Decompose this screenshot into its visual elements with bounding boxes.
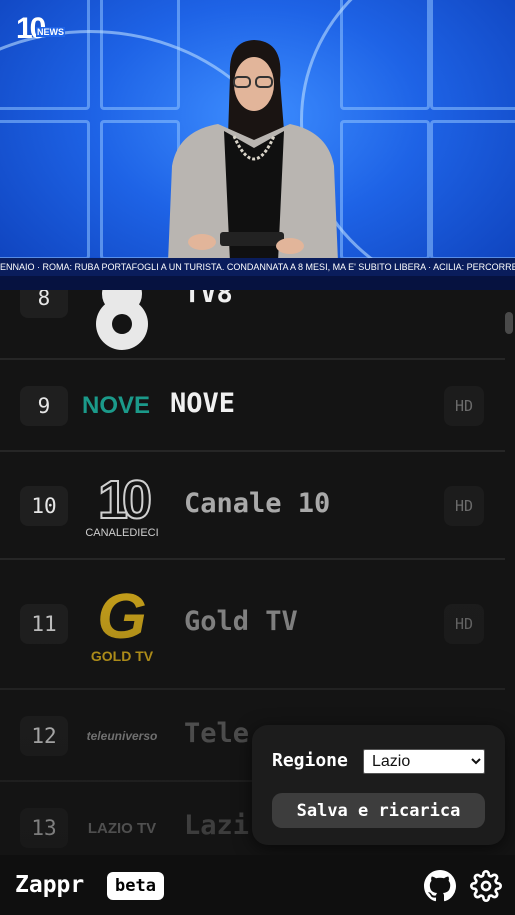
save-and-reload-button[interactable]: Salva e ricarica [272, 793, 485, 828]
github-button[interactable] [424, 870, 456, 902]
channel-name: Lazi [184, 810, 250, 841]
nove-logo: NOVE [81, 392, 150, 419]
news-ticker: ENNAIO · ROMA: RUBA PORTAFOGLI A UN TURI… [0, 258, 515, 276]
channel-number: 10 [20, 486, 68, 526]
gold-tv-logo: G GOLD TV [90, 580, 154, 664]
region-label: Regione [272, 750, 348, 771]
channel-watermark-logo: 10 NEWS [16, 12, 65, 45]
bottom-bar: Zappr beta [0, 855, 515, 915]
ticker-bar [0, 276, 515, 290]
hd-badge: HD [444, 604, 484, 644]
teleuniverso-logo: teleuniverso [86, 729, 158, 743]
hd-badge: HD [444, 486, 484, 526]
channel-name: Gold TV [184, 606, 298, 637]
channel-name: Canale 10 [184, 488, 331, 519]
tv8-logo [76, 290, 168, 350]
region-select[interactable]: Lazio [363, 749, 485, 774]
channel-name: Tele [184, 718, 250, 749]
channel-number: 8 [20, 290, 68, 318]
channel-row-tv8[interactable]: 8 TV8 [0, 290, 505, 360]
channel-row-canale-10[interactable]: 10 10 CANALEDIECI Canale 10 HD [0, 452, 505, 560]
channel-number: 13 [20, 808, 68, 848]
channel-name: TV8 [184, 290, 233, 309]
channel-number: 11 [20, 604, 68, 644]
github-icon [424, 870, 456, 902]
settings-popup: Regione Lazio Salva e ricarica [252, 725, 505, 845]
channel-row-gold-tv[interactable]: 11 G GOLD TV Gold TV HD [0, 560, 505, 690]
video-player[interactable]: 10 NEWS ENNAIO · ROMA: RUBA PORTAFOGLI A… [0, 0, 515, 290]
lazio-tv-logo: LAZIO TV [87, 819, 157, 837]
news-anchor-image [168, 40, 338, 262]
channel-number: 12 [20, 716, 68, 756]
channel-number: 9 [20, 386, 68, 426]
settings-button[interactable] [470, 870, 502, 902]
scrollbar-thumb[interactable] [505, 312, 513, 334]
channel-row-nove[interactable]: 9 NOVE NOVE HD [0, 360, 505, 452]
canale-10-logo: 10 CANALEDIECI [85, 470, 159, 539]
hd-badge: HD [444, 386, 484, 426]
channel-name: NOVE [170, 388, 236, 419]
gear-icon [470, 870, 502, 902]
beta-badge: beta [107, 872, 164, 900]
app-name: Zappr [15, 872, 85, 898]
